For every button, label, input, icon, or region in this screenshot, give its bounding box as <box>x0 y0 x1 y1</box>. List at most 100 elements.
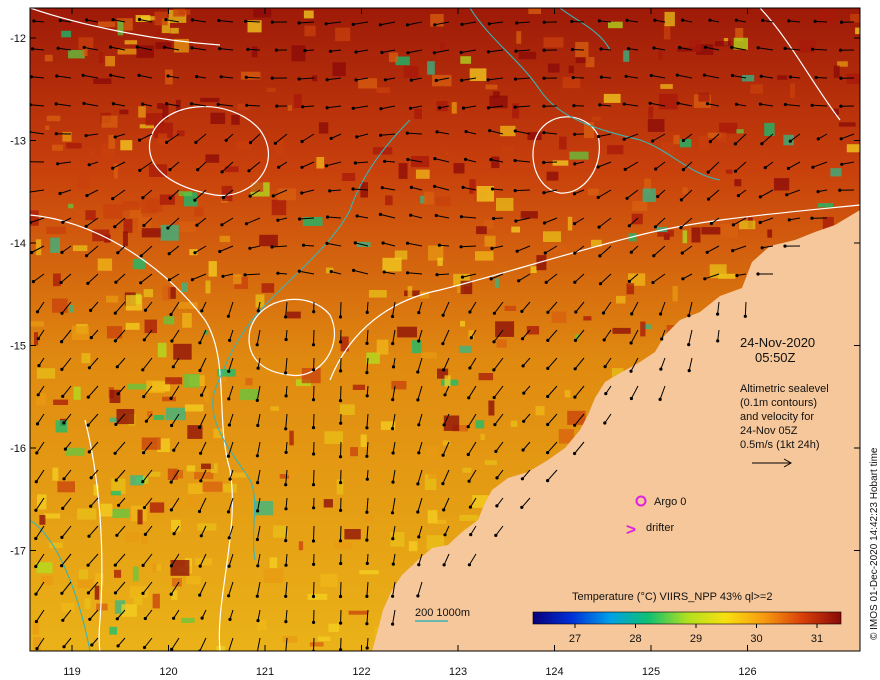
velocity-vector-head <box>217 18 221 23</box>
velocity-vector-head <box>546 338 550 342</box>
velocity-vector-head <box>676 101 680 105</box>
velocity-vector-head <box>300 165 304 169</box>
velocity-vector-head <box>143 532 147 537</box>
sst-patch <box>679 139 692 148</box>
velocity-vector-head <box>256 366 260 370</box>
velocity-vector-head <box>434 78 438 83</box>
sst-patch <box>36 368 56 379</box>
sst-patch <box>263 568 284 583</box>
velocity-vector-head <box>816 137 820 141</box>
velocity-vector-head <box>408 106 413 110</box>
velocity-vector-head <box>522 391 526 395</box>
sst-patch <box>701 227 721 235</box>
sst-patch <box>691 227 701 243</box>
sst-patch <box>57 481 75 493</box>
velocity-vector-head <box>573 162 577 166</box>
velocity-vector-head <box>459 50 463 55</box>
velocity-vector-head <box>141 102 145 106</box>
velocity-vector-head <box>170 423 174 428</box>
velocity-vector-head <box>520 337 525 341</box>
sst-patch <box>323 499 333 508</box>
sst-patch <box>376 87 390 94</box>
velocity-vector-head <box>520 505 524 509</box>
velocity-vector-head <box>141 480 145 484</box>
velocity-vector-head <box>492 216 496 221</box>
velocity-vector-head <box>224 138 228 142</box>
sst-patch <box>114 569 122 578</box>
velocity-vector <box>313 525 315 542</box>
lon-tick-label: 120 <box>159 666 177 678</box>
velocity-vector-head <box>244 222 249 226</box>
velocity-vector-head <box>522 419 526 423</box>
velocity-vector-head <box>303 49 307 53</box>
sst-patch <box>182 313 192 328</box>
velocity-vector-head <box>197 509 202 514</box>
velocity-vector-head <box>596 165 600 169</box>
velocity-vector-head <box>116 392 120 396</box>
velocity-vector-head <box>297 269 301 273</box>
velocity-vector-head <box>416 510 420 514</box>
sst-patch <box>318 122 329 134</box>
sst-patch <box>106 295 119 303</box>
velocity-vector <box>515 189 531 192</box>
sst-patch <box>546 171 559 181</box>
credit-text: © IMOS 01-Dec-2020 14:42:23 Hobart time <box>869 447 880 640</box>
velocity-vector-head <box>623 167 627 171</box>
velocity-vector-head <box>354 50 358 54</box>
lon-tick-label: 119 <box>63 666 81 678</box>
sst-patch <box>564 390 571 398</box>
sst-patch <box>160 224 179 241</box>
velocity-vector-head <box>58 191 62 196</box>
velocity-vector-head <box>227 594 231 598</box>
sst-patch <box>141 228 162 238</box>
velocity-vector-head <box>35 422 40 426</box>
sst-patch <box>492 91 500 98</box>
velocity-vector-head <box>61 220 65 224</box>
sst-patch <box>200 97 220 103</box>
velocity-vector-head <box>417 339 421 343</box>
sst-patch <box>359 570 379 575</box>
sst-patch <box>210 112 226 124</box>
velocity-vector-head <box>82 45 86 50</box>
sst-patch <box>68 203 74 209</box>
velocity-vector-head <box>840 162 844 166</box>
velocity-vector-head <box>811 165 815 169</box>
velocity-vector-head <box>546 394 550 399</box>
velocity-vector-head <box>244 75 248 79</box>
sst-patch <box>35 239 42 256</box>
sst-patch <box>255 294 265 308</box>
velocity-vector-head <box>409 78 413 82</box>
velocity-vector-head <box>542 48 546 52</box>
velocity-vector-head <box>227 397 231 401</box>
velocity-vector-head <box>735 273 739 278</box>
sst-patch <box>415 169 430 179</box>
velocity-vector-head <box>354 78 358 82</box>
velocity-vector-head <box>276 271 280 275</box>
velocity-vector-head <box>169 396 173 400</box>
sst-patch <box>607 145 624 155</box>
velocity-vector-head <box>365 371 369 375</box>
sst-patch <box>340 336 349 352</box>
velocity-vector-head <box>391 537 395 541</box>
velocity-vector-head <box>141 368 145 372</box>
velocity-vector-head <box>325 241 329 245</box>
sst-patch <box>269 557 278 569</box>
velocity-vector-head <box>416 398 420 402</box>
sst-patch <box>398 163 408 179</box>
sst-patch <box>197 523 217 531</box>
sst-patch <box>543 37 564 48</box>
velocity-vector <box>571 21 585 23</box>
sst-patch <box>101 115 118 128</box>
velocity-vector-head <box>277 165 281 169</box>
velocity-vector-head <box>190 278 194 282</box>
sst-patch <box>219 235 231 243</box>
velocity-vector-head <box>435 273 439 277</box>
sst-patch <box>725 169 733 174</box>
velocity-vector-head <box>460 22 464 26</box>
velocity-vector-head <box>760 246 764 250</box>
velocity-vector-head <box>490 187 495 191</box>
sst-patch <box>640 321 646 337</box>
sst-patch <box>435 196 451 206</box>
velocity-vector-head <box>162 45 166 49</box>
velocity-vector-head <box>218 47 222 51</box>
